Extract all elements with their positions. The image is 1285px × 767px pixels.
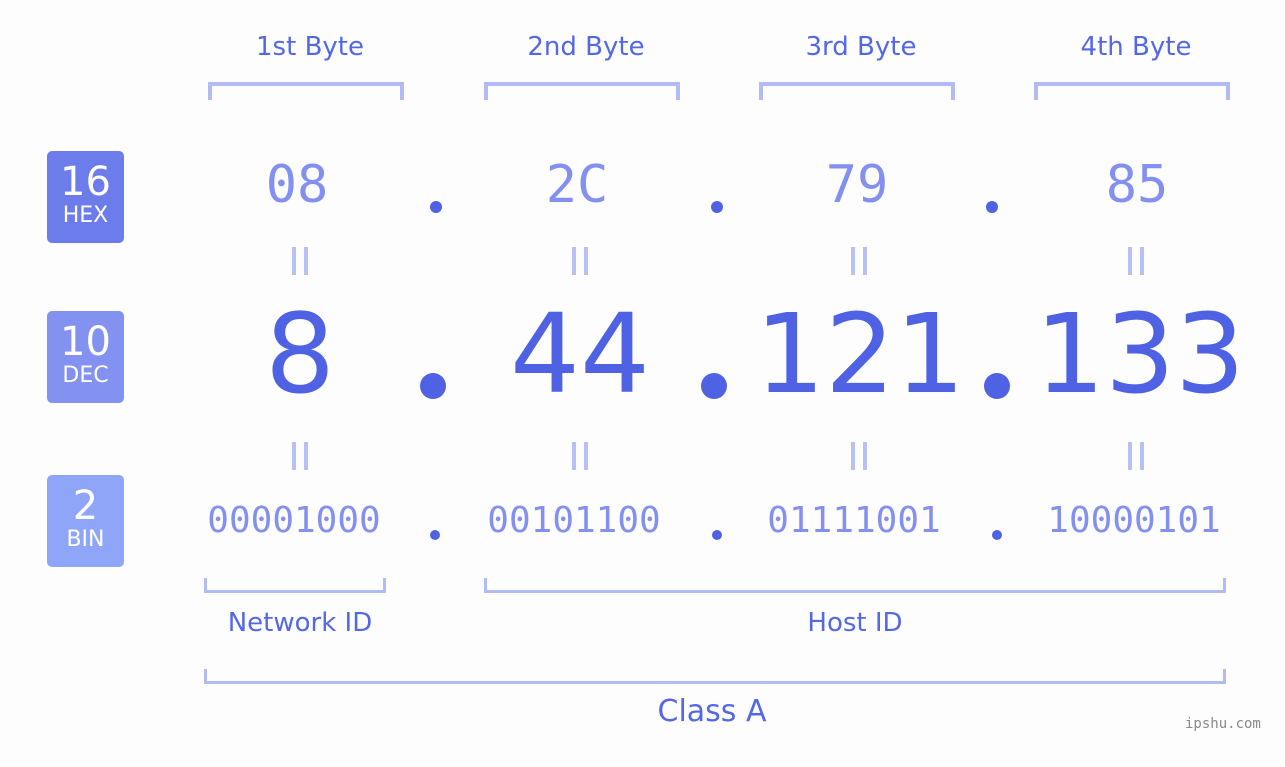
bin-separator-dot <box>712 530 722 540</box>
byte-label-3: 3rd Byte <box>805 32 917 62</box>
equals-icon <box>292 442 308 470</box>
byte-bracket-1 <box>208 82 404 100</box>
dec-base-label: DEC <box>62 363 109 388</box>
hex-byte-3: 79 <box>825 155 889 215</box>
byte-bracket-3 <box>759 82 955 100</box>
dec-badge: 10 DEC <box>47 311 124 403</box>
dec-separator-dot <box>701 373 727 399</box>
byte-bracket-4 <box>1034 82 1230 100</box>
equals-icon <box>1128 247 1144 275</box>
bin-byte-1: 00001000 <box>207 500 381 541</box>
class-label: Class A <box>657 694 767 729</box>
equals-icon <box>851 442 867 470</box>
byte-label-2: 2nd Byte <box>527 32 645 62</box>
equals-icon <box>1128 442 1144 470</box>
bin-byte-3: 01111001 <box>767 500 941 541</box>
hex-byte-4: 85 <box>1105 155 1169 215</box>
byte-bracket-2 <box>484 82 680 100</box>
equals-icon <box>851 247 867 275</box>
equals-icon <box>572 442 588 470</box>
hex-byte-2: 2C <box>545 155 609 215</box>
dec-byte-2: 44 <box>510 290 650 418</box>
bin-byte-4: 10000101 <box>1047 500 1221 541</box>
network-id-bracket <box>204 578 386 593</box>
dec-base-number: 10 <box>60 319 111 365</box>
hex-byte-1: 08 <box>265 155 329 215</box>
dec-byte-4: 133 <box>1035 290 1245 418</box>
bin-byte-2: 00101100 <box>487 500 661 541</box>
dec-byte-3: 121 <box>755 290 965 418</box>
bin-separator-dot <box>430 530 440 540</box>
equals-icon <box>292 247 308 275</box>
hex-separator-dot <box>430 201 442 213</box>
network-id-label: Network ID <box>227 608 373 638</box>
bin-separator-dot <box>992 530 1002 540</box>
host-id-label: Host ID <box>807 608 903 638</box>
hex-base-label: HEX <box>62 203 109 228</box>
hex-badge: 16 HEX <box>47 151 124 243</box>
byte-label-1: 1st Byte <box>256 32 364 62</box>
class-bracket <box>204 669 1226 684</box>
hex-base-number: 16 <box>60 159 111 205</box>
byte-label-4: 4th Byte <box>1080 32 1192 62</box>
hex-separator-dot <box>711 201 723 213</box>
dec-separator-dot <box>420 373 446 399</box>
dec-separator-dot <box>984 373 1010 399</box>
hex-separator-dot <box>986 201 998 213</box>
dec-byte-1: 8 <box>265 290 335 418</box>
bin-badge: 2 BIN <box>47 475 124 567</box>
equals-icon <box>572 247 588 275</box>
bin-base-label: BIN <box>66 527 105 552</box>
host-id-bracket <box>484 578 1226 593</box>
watermark: ipshu.com <box>1185 716 1261 732</box>
bin-base-number: 2 <box>72 483 99 529</box>
